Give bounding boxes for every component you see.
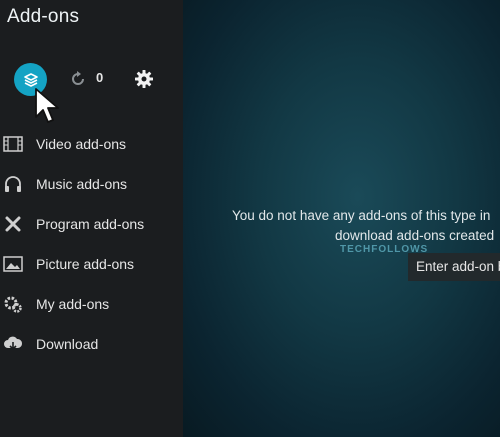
sidebar-item-label: Music add-ons (36, 176, 128, 192)
enter-addon-browser-button[interactable]: Enter add-on b (408, 253, 500, 281)
content-area: You do not have any add-ons of this type… (183, 0, 500, 437)
open-box-icon (23, 72, 38, 87)
sidebar-item-my-addons[interactable]: My add-ons (0, 284, 183, 324)
sidebar-item-video-addons[interactable]: Video add-ons (0, 124, 183, 164)
gear-icon[interactable] (134, 69, 154, 89)
headphones-icon (5, 176, 21, 192)
sidebar-item-label: Picture add-ons (36, 256, 135, 272)
sidebar-item-label: My add-ons (36, 296, 110, 312)
toolbar: 0 (0, 60, 183, 100)
sidebar-item-label: Video add-ons (36, 136, 127, 152)
cloud-download-icon (4, 336, 23, 351)
sidebar-item-music-addons[interactable]: Music add-ons (0, 164, 183, 204)
refresh-icon[interactable] (68, 69, 88, 89)
sidebar: Add-ons 0 Video add-ons Music add-ons Pr… (0, 0, 183, 437)
sidebar-item-label: Download (36, 336, 99, 352)
update-count: 0 (96, 70, 104, 85)
film-icon (3, 136, 23, 152)
page-title: Add-ons (7, 6, 80, 27)
mouse-cursor-icon (35, 88, 59, 123)
tools-icon (5, 216, 21, 232)
empty-message-line-1: You do not have any add-ons of this type… (232, 208, 491, 223)
category-menu: Video add-ons Music add-ons Program add-… (0, 124, 183, 364)
sidebar-item-program-addons[interactable]: Program add-ons (0, 204, 183, 244)
sidebar-item-picture-addons[interactable]: Picture add-ons (0, 244, 183, 284)
sidebar-item-download[interactable]: Download (0, 324, 183, 364)
picture-icon (3, 256, 23, 272)
cog-box-icon (4, 296, 22, 313)
sidebar-item-label: Program add-ons (36, 216, 145, 232)
empty-message-line-2: download add-ons created (335, 228, 495, 243)
